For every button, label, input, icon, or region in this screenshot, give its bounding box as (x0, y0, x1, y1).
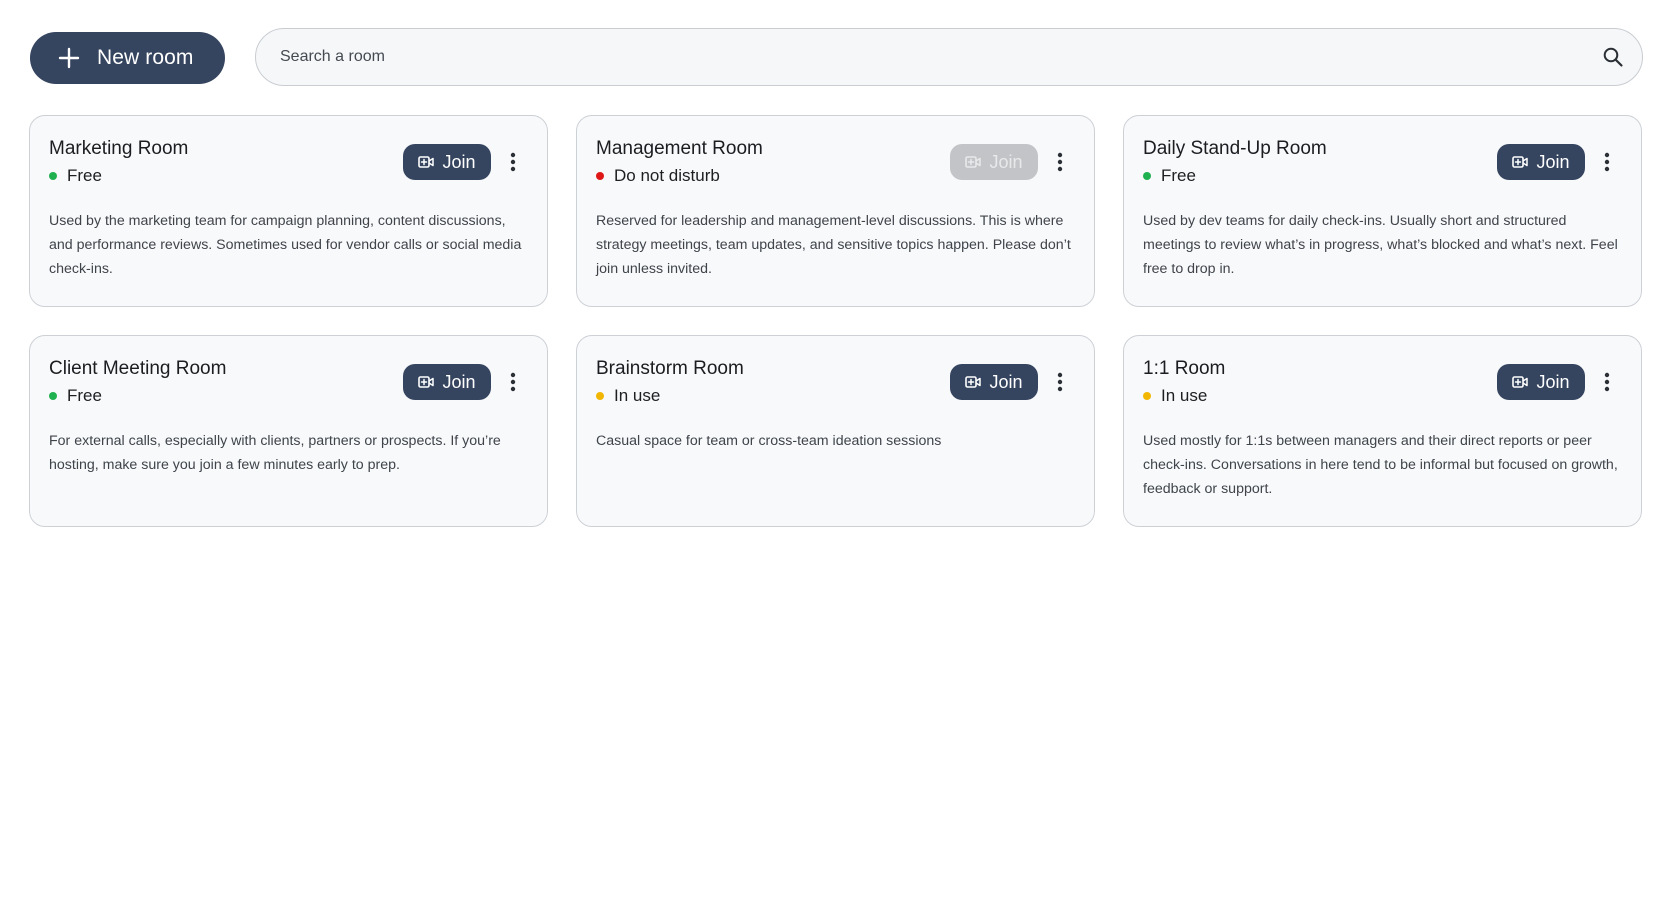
room-actions: Join (1497, 144, 1617, 180)
room-description: Used mostly for 1:1s between managers an… (1143, 433, 1618, 497)
room-description: Used by the marketing team for campaign … (49, 213, 522, 277)
room-description: Casual space for team or cross-team idea… (596, 433, 942, 449)
video-icon (418, 156, 435, 168)
status-label: Free (67, 386, 102, 405)
room-description: For external calls, especially with clie… (49, 433, 501, 473)
more-options-button[interactable] (1597, 364, 1617, 400)
room-grid: Marketing Room Free Used by the marketin… (29, 115, 1643, 527)
search-bar (255, 28, 1643, 86)
top-toolbar: New room (29, 28, 1643, 88)
room-card: 1:1 Room In use Used mostly for 1:1s bet… (1123, 335, 1642, 527)
more-options-button[interactable] (1597, 144, 1617, 180)
status-label: Free (1161, 166, 1196, 185)
search-input[interactable] (256, 29, 1602, 85)
room-description: Used by dev teams for daily check-ins. U… (1143, 213, 1618, 277)
video-icon (1512, 156, 1529, 168)
status-label: In use (1161, 386, 1208, 405)
status-label: Free (67, 166, 102, 185)
status-dot (49, 172, 57, 180)
video-icon (1512, 376, 1529, 388)
status-dot (1143, 172, 1151, 180)
join-label: Join (989, 371, 1023, 392)
more-vertical-icon (1604, 372, 1610, 392)
rooms-page: New room Marketing Room Free Used by the… (0, 0, 1665, 905)
video-icon (965, 156, 982, 168)
room-description: Reserved for leadership and management-l… (596, 213, 1071, 277)
status-label: In use (614, 386, 661, 405)
room-card: Marketing Room Free Used by the marketin… (29, 115, 548, 307)
more-options-button[interactable] (1050, 364, 1070, 400)
join-button[interactable]: Join (950, 144, 1038, 180)
more-vertical-icon (1057, 372, 1063, 392)
room-card: Client Meeting Room Free For external ca… (29, 335, 548, 527)
room-actions: Join (403, 144, 523, 180)
join-label: Join (442, 371, 476, 392)
join-label: Join (989, 151, 1023, 172)
video-icon (418, 376, 435, 388)
more-options-button[interactable] (1050, 144, 1070, 180)
join-button[interactable]: Join (1497, 364, 1585, 400)
room-actions: Join (950, 144, 1070, 180)
more-vertical-icon (1604, 152, 1610, 172)
join-button[interactable]: Join (1497, 144, 1585, 180)
room-card: Daily Stand-Up Room Free Used by dev tea… (1123, 115, 1642, 307)
join-label: Join (1536, 151, 1570, 172)
status-dot (49, 392, 57, 400)
room-actions: Join (403, 364, 523, 400)
new-room-label: New room (97, 46, 194, 69)
room-card: Management Room Do not disturb Reserved … (576, 115, 1095, 307)
join-button[interactable]: Join (403, 144, 491, 180)
room-card: Brainstorm Room In use Casual space for … (576, 335, 1095, 527)
more-options-button[interactable] (503, 144, 523, 180)
status-dot (1143, 392, 1151, 400)
search-icon[interactable] (1602, 46, 1624, 68)
plus-icon (58, 47, 80, 69)
status-dot (596, 172, 604, 180)
more-vertical-icon (510, 152, 516, 172)
join-button[interactable]: Join (950, 364, 1038, 400)
join-label: Join (442, 151, 476, 172)
room-actions: Join (1497, 364, 1617, 400)
more-options-button[interactable] (503, 364, 523, 400)
status-dot (596, 392, 604, 400)
video-icon (965, 376, 982, 388)
join-button[interactable]: Join (403, 364, 491, 400)
join-label: Join (1536, 371, 1570, 392)
more-vertical-icon (510, 372, 516, 392)
status-label: Do not disturb (614, 166, 720, 185)
new-room-button[interactable]: New room (30, 32, 225, 84)
more-vertical-icon (1057, 152, 1063, 172)
room-actions: Join (950, 364, 1070, 400)
